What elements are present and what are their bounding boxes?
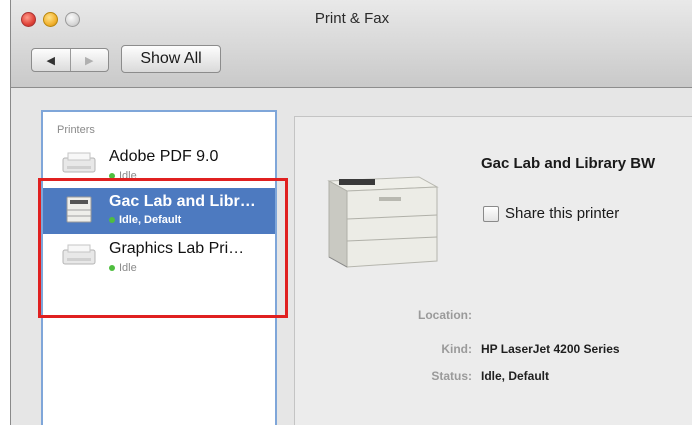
red-highlight-annotation xyxy=(38,178,288,318)
kind-value: HP LaserJet 4200 Series xyxy=(481,342,620,356)
printer-icon xyxy=(62,152,96,173)
back-button[interactable]: ◀ xyxy=(32,49,71,71)
laser-printer-icon xyxy=(327,176,439,268)
selected-printer-name: Gac Lab and Library BW xyxy=(481,155,656,172)
status-label: Status: xyxy=(431,369,472,383)
share-printer-checkbox[interactable] xyxy=(483,205,499,222)
title-bar: Print & Fax ◀ ▶ Show All xyxy=(11,0,692,88)
share-printer-row[interactable]: Share this printer xyxy=(483,205,619,222)
back-arrow-icon: ◀ xyxy=(46,54,55,67)
printer-detail-pane: Gac Lab and Library BW Share this printe… xyxy=(294,116,692,425)
status-value: Idle, Default xyxy=(481,369,550,383)
location-label: Location: xyxy=(418,308,472,322)
navigation-segmented-control: ◀ ▶ xyxy=(31,48,109,72)
share-printer-label[interactable]: Share this printer xyxy=(505,205,619,222)
printer-name: Adobe PDF 9.0 xyxy=(109,148,219,165)
window-title: Print & Fax xyxy=(314,10,390,27)
printers-heading: Printers xyxy=(57,124,95,136)
show-all-button[interactable]: Show All xyxy=(121,45,221,73)
forward-button[interactable]: ▶ xyxy=(71,49,109,71)
forward-arrow-icon: ▶ xyxy=(85,54,94,67)
kind-label: Kind: xyxy=(441,342,472,356)
